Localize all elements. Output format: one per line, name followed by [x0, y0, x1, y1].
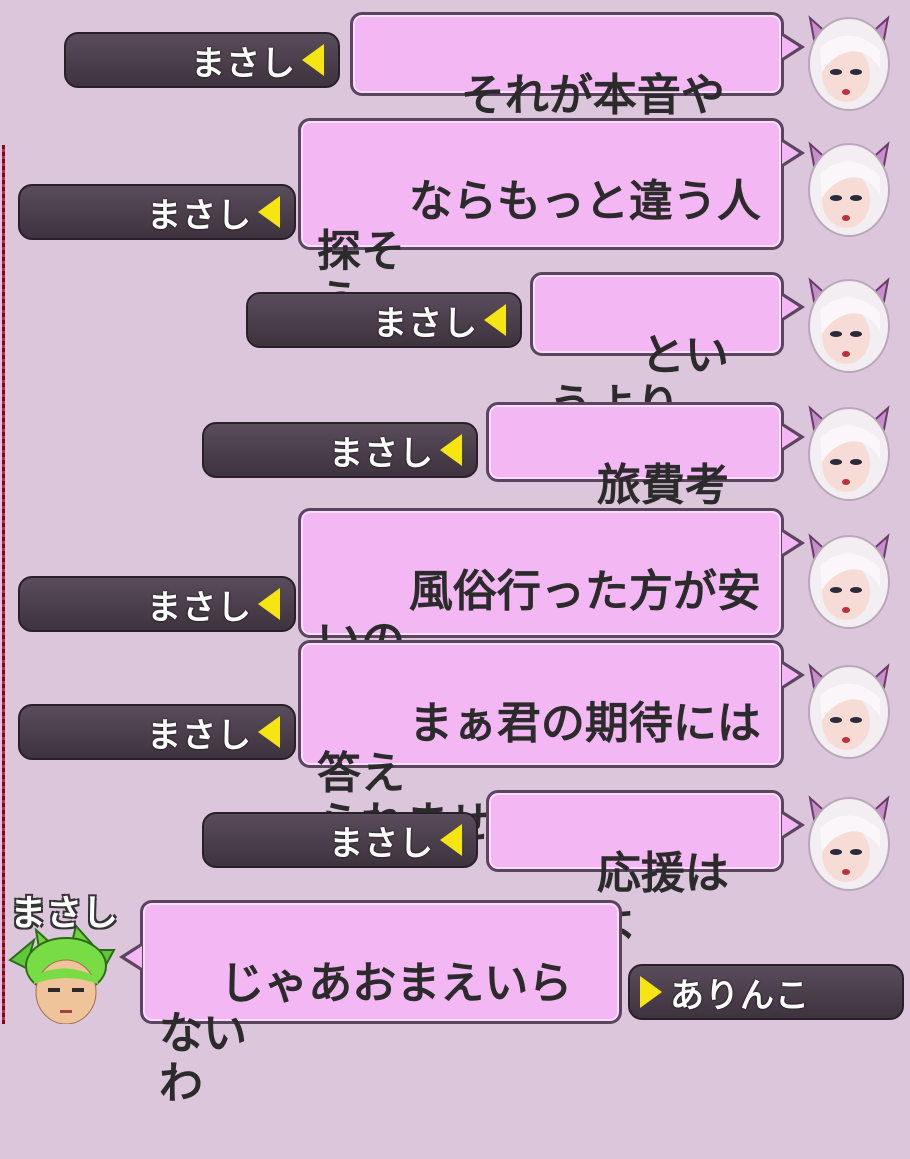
- cat-eared-girl-avatar-icon: [808, 663, 890, 759]
- cat-eared-girl-avatar-icon: [808, 141, 890, 237]
- cat-eared-girl-avatar-icon: [808, 795, 890, 891]
- chat-edge-line: [2, 145, 5, 1024]
- sender-namebar[interactable]: まさし: [64, 32, 340, 88]
- sender-name: まさし: [147, 195, 252, 236]
- cat-eared-girl-avatar-icon: [808, 277, 890, 373]
- sender-namebar[interactable]: まさし: [246, 292, 522, 348]
- recipient-namebar[interactable]: ありんこ: [628, 964, 904, 1020]
- cat-eared-girl-avatar-icon: [808, 15, 890, 111]
- sender-name: まさし: [373, 303, 478, 344]
- yellow-triangle-icon: [640, 976, 662, 1008]
- yellow-triangle-icon: [440, 824, 462, 856]
- recipient-name: ありんこ: [670, 975, 810, 1016]
- yellow-triangle-icon: [258, 196, 280, 228]
- message-bubble: 風俗行った方が安いの では？？: [298, 508, 805, 717]
- sender-name: まさし: [147, 587, 252, 628]
- message-text: じゃあおまえいらない わ: [159, 958, 573, 1109]
- message-bubble: 応援はするよ: [486, 790, 805, 949]
- yellow-triangle-icon: [302, 44, 324, 76]
- sender-namebar[interactable]: まさし: [202, 422, 478, 478]
- sender-namebar[interactable]: まさし: [18, 704, 296, 760]
- yellow-triangle-icon: [440, 434, 462, 466]
- sender-name: まさし: [191, 43, 296, 84]
- sender-namebar[interactable]: まさし: [18, 184, 296, 240]
- chat-log: まさし それが本音やんけっ まさし ならもっと違う人探そ う: [0, 0, 910, 1109]
- sender-name: まさし: [147, 715, 252, 756]
- sender-namebar[interactable]: まさし: [202, 812, 478, 868]
- message-bubble: じゃあおまえいらない わ: [119, 900, 622, 1109]
- cat-eared-girl-avatar-icon: [808, 533, 890, 629]
- sender-name: まさし: [329, 823, 434, 864]
- sender-name: まさし: [329, 433, 434, 474]
- yellow-triangle-icon: [484, 304, 506, 336]
- message-bubble: 旅費考えたら: [486, 402, 805, 561]
- yellow-triangle-icon: [258, 588, 280, 620]
- message-bubble: ならもっと違う人探そ う: [298, 118, 805, 327]
- yellow-triangle-icon: [258, 716, 280, 748]
- message-bubble: まぁ君の期待には答え られませんが: [298, 640, 805, 849]
- speaker-label: まさし: [10, 893, 119, 934]
- sender-namebar[interactable]: まさし: [18, 576, 296, 632]
- message-bubble: というより: [530, 272, 805, 431]
- message-bubble: それが本音やんけっ: [350, 12, 805, 171]
- cat-eared-girl-avatar-icon: [808, 405, 890, 501]
